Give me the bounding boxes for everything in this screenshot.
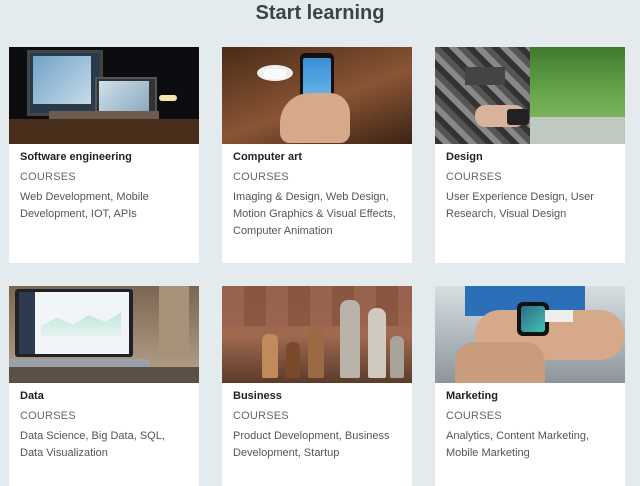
course-card-design[interactable]: Design COURSES User Experience Design, U… <box>435 47 625 263</box>
card-topics: Imaging & Design, Web Design, Motion Gra… <box>233 191 396 237</box>
chess-pieces-photo <box>222 286 412 383</box>
card-category: COURSES <box>20 171 76 183</box>
card-topics: Analytics, Content Marketing, Mobile Mar… <box>446 430 590 459</box>
card-title: Marketing <box>446 390 498 402</box>
card-category: COURSES <box>233 410 289 422</box>
card-topics: Data Science, Big Data, SQL, Data Visual… <box>20 430 165 459</box>
card-topics: Web Development, Mobile Development, IOT… <box>20 191 149 220</box>
person-with-camera-photo <box>435 47 625 144</box>
card-title: Business <box>233 390 282 402</box>
smartwatch-wrist-photo <box>435 286 625 383</box>
card-category: COURSES <box>233 171 289 183</box>
course-card-computer-art[interactable]: Computer art COURSES Imaging & Design, W… <box>222 47 412 263</box>
course-card-marketing[interactable]: Marketing COURSES Analytics, Content Mar… <box>435 286 625 486</box>
card-title: Computer art <box>233 151 303 163</box>
card-category: COURSES <box>20 410 76 422</box>
page-title: Start learning <box>255 2 385 24</box>
card-topics: Product Development, Business Developmen… <box>233 430 390 459</box>
card-topics: User Experience Design, User Research, V… <box>446 191 594 220</box>
card-category: COURSES <box>446 171 502 183</box>
course-card-business[interactable]: Business COURSES Product Development, Bu… <box>222 286 412 486</box>
hand-holding-phone-photo <box>222 47 412 144</box>
course-card-software-engineering[interactable]: Software engineering COURSES Web Develop… <box>9 47 199 263</box>
card-category: COURSES <box>446 410 502 422</box>
course-card-data[interactable]: Data COURSES Data Science, Big Data, SQL… <box>9 286 199 486</box>
desk-computer-monitors-photo <box>9 47 199 144</box>
card-title: Design <box>446 151 483 163</box>
card-title: Software engineering <box>20 151 132 163</box>
laptop-dashboard-photo <box>9 286 199 383</box>
card-title: Data <box>20 390 44 402</box>
